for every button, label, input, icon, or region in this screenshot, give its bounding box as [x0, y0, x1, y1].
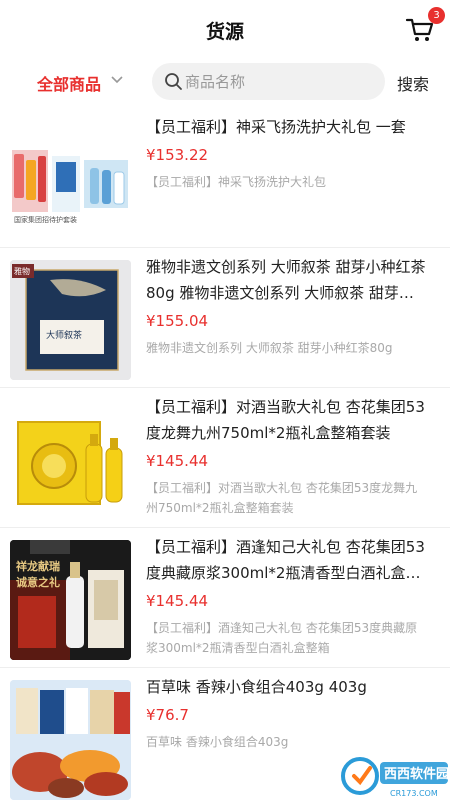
- filter-bar: 全部商品 搜索: [0, 58, 450, 108]
- product-image-snacks: [10, 680, 131, 800]
- product-image-washcare: 国家集团招待护套装: [10, 120, 131, 240]
- watermark-text: 西西软件园: [384, 766, 449, 782]
- watermark-logo: 西西软件园 CR173.COM: [341, 757, 449, 798]
- product-description: 【员工福利】酒逢知己大礼包 杏花集团53度典藏原浆300ml*2瓶清香型白酒礼盒…: [146, 621, 418, 655]
- product-info: 【员工福利】酒逢知己大礼包 杏花集团53度典藏原浆300ml*2瓶清香型白酒礼盒…: [146, 534, 426, 658]
- product-description: 百草味 香辣小食组合403g: [146, 735, 289, 749]
- product-item[interactable]: 【员工福利】对酒当歌大礼包 杏花集团53度龙舞九州750ml*2瓶礼盒整箱套装 …: [0, 388, 450, 528]
- watermark-subtext: CR173.COM: [390, 789, 438, 798]
- product-info: 雅物非遗文创系列 大师叙茶 甜芽小种红茶80g 雅物非遗文创系列 大师叙茶 甜芽…: [146, 254, 426, 358]
- product-image[interactable]: 祥龙献瑞 诚意之礼: [10, 540, 131, 660]
- product-description: 【员工福利】对酒当歌大礼包 杏花集团53度龙舞九州750ml*2瓶礼盒整箱套装: [146, 481, 418, 515]
- page-title: 货源: [205, 21, 244, 43]
- cart-count-badge: 3: [428, 7, 445, 24]
- product-item[interactable]: 大师叙茶 雅物 雅物非遗文创系列 大师叙茶 甜芽小种红茶80g 雅物非遗文创系列…: [0, 248, 450, 388]
- search-icon: [165, 73, 182, 90]
- search-input[interactable]: [185, 63, 375, 100]
- product-name: 雅物非遗文创系列 大师叙茶 甜芽小种红茶80g 雅物非遗文创系列 大师叙茶 甜芽…: [146, 258, 426, 302]
- product-name: 【员工福利】酒逢知己大礼包 杏花集团53度典藏原浆300ml*2瓶清香型白酒礼盒…: [146, 538, 425, 582]
- product-image-liquor-gift: 祥龙献瑞 诚意之礼: [10, 540, 131, 660]
- product-item[interactable]: 国家集团招待护套装 【员工福利】神采飞扬洗护大礼包 一套 ¥153.22 【员工…: [0, 108, 450, 248]
- product-price: ¥145.44: [146, 592, 209, 610]
- category-dropdown[interactable]: 全部商品: [37, 71, 101, 95]
- product-price: ¥145.44: [146, 452, 209, 470]
- thumb-brand: 雅物: [14, 266, 30, 276]
- product-description: 【员工福利】神采飞扬洗护大礼包: [146, 175, 327, 189]
- search-box[interactable]: [152, 63, 385, 100]
- product-info: 百草味 香辣小食组合403g 403g ¥76.7 百草味 香辣小食组合403g: [146, 674, 426, 752]
- header-bar: 货源 3: [0, 0, 450, 58]
- product-image[interactable]: [10, 400, 131, 520]
- thumb-caption: 国家集团招待护套装: [14, 215, 77, 224]
- product-price: ¥155.04: [146, 312, 209, 330]
- product-info: 【员工福利】神采飞扬洗护大礼包 一套 ¥153.22 【员工福利】神采飞扬洗护大…: [146, 114, 426, 192]
- product-name: 百草味 香辣小食组合403g 403g: [146, 678, 367, 696]
- product-image[interactable]: [10, 680, 131, 800]
- thumb-banner-line2: 诚意之礼: [16, 575, 60, 589]
- product-price: ¥153.22: [146, 146, 209, 164]
- search-button[interactable]: 搜索: [397, 71, 429, 95]
- product-name: 【员工福利】神采飞扬洗护大礼包 一套: [146, 118, 406, 136]
- thumb-box-title: 大师叙茶: [46, 329, 82, 341]
- thumb-banner-line1: 祥龙献瑞: [16, 559, 60, 573]
- product-description: 雅物非遗文创系列 大师叙茶 甜芽小种红茶80g: [146, 341, 393, 355]
- product-image[interactable]: 国家集团招待护套装: [10, 120, 131, 240]
- product-price: ¥76.7: [146, 706, 189, 724]
- chevron-down-icon[interactable]: [110, 75, 124, 85]
- product-item[interactable]: 祥龙献瑞 诚意之礼 【员工福利】酒逢知己大礼包 杏花集团53度典藏原浆300ml…: [0, 528, 450, 668]
- product-image-tea: 大师叙茶 雅物: [10, 260, 131, 380]
- product-info: 【员工福利】对酒当歌大礼包 杏花集团53度龙舞九州750ml*2瓶礼盒整箱套装 …: [146, 394, 426, 518]
- product-name: 【员工福利】对酒当歌大礼包 杏花集团53度龙舞九州750ml*2瓶礼盒整箱套装: [146, 398, 425, 442]
- product-image-liquor-yellow: [10, 400, 131, 520]
- product-image[interactable]: 大师叙茶 雅物: [10, 260, 131, 380]
